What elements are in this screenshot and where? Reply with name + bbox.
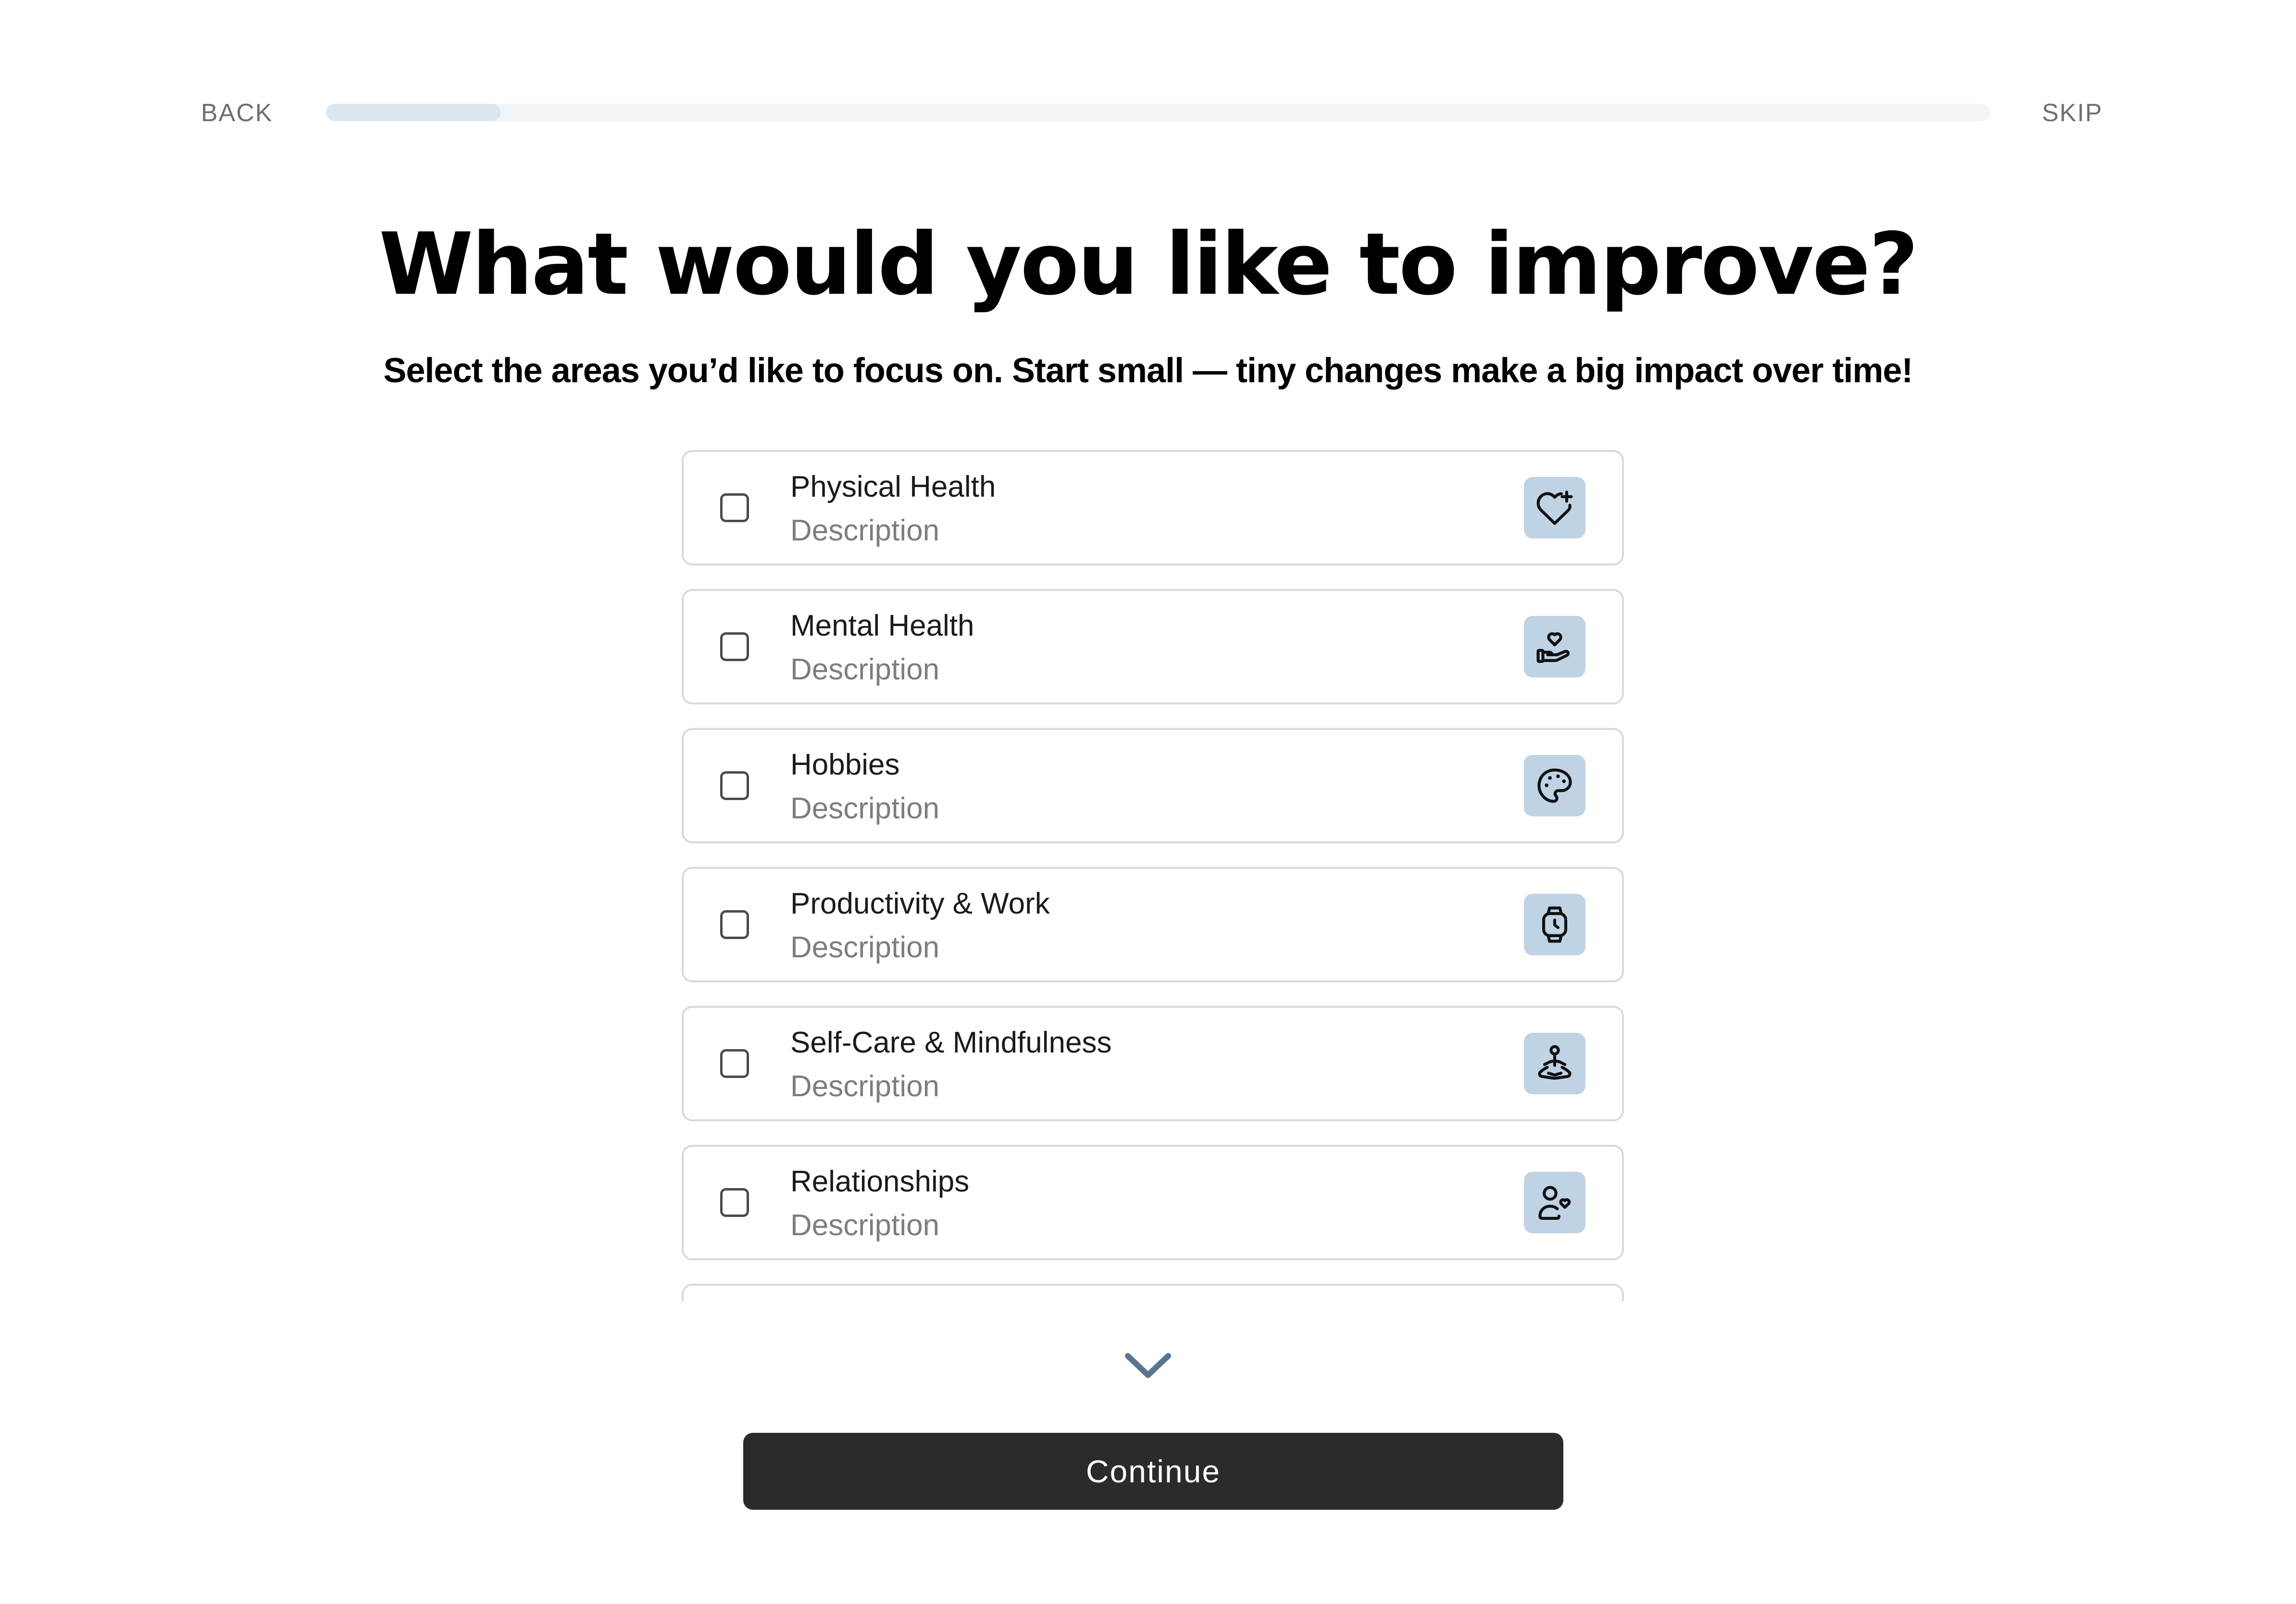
option-description: Description	[790, 931, 940, 964]
option-title: Productivity & Work	[790, 887, 1050, 920]
heart-plus-icon	[1524, 477, 1585, 539]
meditation-icon	[1524, 1033, 1585, 1094]
checkbox[interactable]	[720, 771, 749, 800]
checkbox[interactable]	[720, 1049, 749, 1078]
option-partial-next[interactable]	[682, 1284, 1624, 1301]
option-title: Relationships	[790, 1165, 970, 1198]
person-heart-icon	[1524, 1172, 1585, 1233]
options-list[interactable]: Physical Health Description Mental Healt…	[682, 450, 1624, 1301]
option-productivity-work[interactable]: Productivity & Work Description	[682, 867, 1624, 982]
continue-button[interactable]: Continue	[743, 1433, 1563, 1510]
palette-icon	[1524, 755, 1585, 816]
option-title: Mental Health	[790, 609, 974, 642]
option-relationships[interactable]: Relationships Description	[682, 1145, 1624, 1260]
chevron-down-icon[interactable]	[1124, 1349, 1172, 1383]
option-description: Description	[790, 792, 940, 825]
hand-heart-icon	[1524, 616, 1585, 677]
option-mental-health[interactable]: Mental Health Description	[682, 589, 1624, 704]
option-description: Description	[790, 1209, 940, 1242]
skip-button[interactable]: SKIP	[2042, 96, 2103, 130]
progress-bar	[326, 104, 1990, 121]
option-description: Description	[790, 653, 940, 686]
option-physical-health[interactable]: Physical Health Description	[682, 450, 1624, 565]
option-title: Self-Care & Mindfulness	[790, 1026, 1112, 1059]
page-title: What would you like to improve?	[379, 214, 1919, 314]
option-title: Physical Health	[790, 470, 996, 503]
option-text: Mental Health Description	[790, 605, 974, 693]
option-title: Hobbies	[790, 748, 900, 781]
option-text: Relationships Description	[790, 1161, 969, 1249]
option-self-care-mindfulness[interactable]: Self-Care & Mindfulness Description	[682, 1006, 1624, 1121]
onboarding-page: BACK SKIP What would you like to improve…	[0, 0, 2296, 1604]
progress-bar-fill	[326, 104, 501, 121]
back-button[interactable]: BACK	[201, 96, 273, 130]
option-text: Hobbies Description	[790, 744, 939, 832]
checkbox[interactable]	[720, 910, 749, 939]
option-text: Physical Health Description	[790, 466, 996, 554]
smartwatch-icon	[1524, 894, 1585, 955]
checkbox[interactable]	[720, 632, 749, 661]
option-description: Description	[790, 514, 940, 547]
checkbox[interactable]	[720, 1188, 749, 1217]
option-hobbies[interactable]: Hobbies Description	[682, 728, 1624, 843]
page-subtitle: Select the areas you’d like to focus on.…	[383, 351, 1913, 390]
option-description: Description	[790, 1070, 940, 1103]
option-text: Productivity & Work Description	[790, 883, 1050, 971]
option-text: Self-Care & Mindfulness Description	[790, 1022, 1112, 1110]
checkbox[interactable]	[720, 493, 749, 522]
